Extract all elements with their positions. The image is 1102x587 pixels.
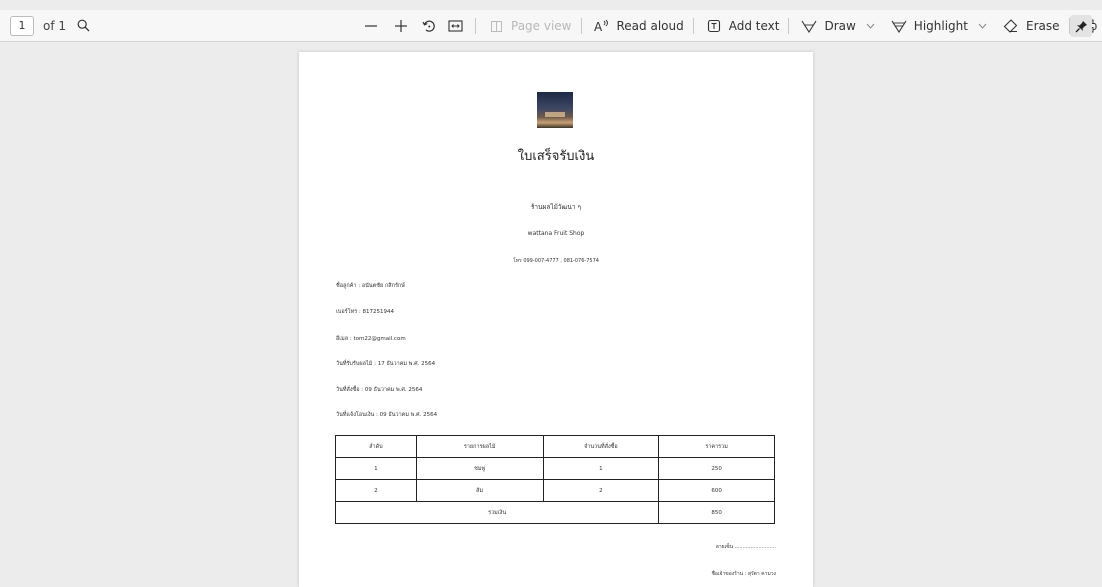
table-header-cell: ลำดับ xyxy=(335,435,417,458)
toolbar-divider xyxy=(580,18,582,34)
highlight-button[interactable]: Highlight xyxy=(888,15,990,37)
table-row: 2 ส้ม 2 600 xyxy=(335,479,775,502)
table-cell: 1 xyxy=(542,457,660,480)
table-cell: 250 xyxy=(658,457,775,480)
page-view-button[interactable]: Page view xyxy=(485,15,572,37)
items-table: ลำดับ รายการผลไม้ จำนวนที่สั่งซื้อ ราคาร… xyxy=(334,435,775,524)
toolbar-center: Page view A Read aloud Add text Draw Hig… xyxy=(360,10,1102,42)
pin-icon xyxy=(1075,20,1087,32)
read-aloud-label: Read aloud xyxy=(616,19,684,33)
zoom-in-icon[interactable] xyxy=(390,15,412,37)
receipt-title: ใบเสร็จรับเงิน xyxy=(517,149,595,164)
svg-text:A: A xyxy=(594,20,603,33)
table-header-cell: รายการผลไม้ xyxy=(415,435,544,458)
table-cell: 1 xyxy=(335,457,417,480)
order-date: วันที่สั่งซื้อ : 09 ธันวาคม พ.ศ. 2564 xyxy=(336,387,423,393)
page-number-input[interactable] xyxy=(10,15,34,36)
table-header-row: ลำดับ รายการผลไม้ จำนวนที่สั่งซื้อ ราคาร… xyxy=(335,435,775,458)
pin-toolbar-button[interactable] xyxy=(1070,15,1092,37)
page-count-label: of 1 xyxy=(43,18,67,33)
zoom-out-icon[interactable] xyxy=(360,15,382,37)
table-cell: 2 xyxy=(335,479,417,502)
shop-name-thai: ร้านผลไม้วัฒนา ๆ xyxy=(530,203,582,211)
customer-name: ชื่อลูกค้า : อนันตชัย กสิกรักษ์ xyxy=(336,283,405,289)
signature-line: ลายเซ็น .......................... xyxy=(715,544,776,550)
customer-phone: เบอร์โทร : 817251944 xyxy=(336,309,395,315)
table-cell: ส้ม xyxy=(415,479,544,502)
table-cell: 2 xyxy=(542,479,660,502)
total-value-cell: 850 xyxy=(658,501,775,524)
chevron-down-icon[interactable] xyxy=(864,19,878,33)
shop-name-english: wattana Fruit Shop xyxy=(527,230,585,237)
payment-date: วันที่แจ้งโอนเงิน : 09 ธันวาคม พ.ศ. 2564 xyxy=(336,412,438,418)
draw-label: Draw xyxy=(824,19,856,33)
chevron-down-icon[interactable] xyxy=(976,19,990,33)
rotate-icon[interactable] xyxy=(418,15,440,37)
draw-icon xyxy=(798,15,820,37)
table-header-cell: ราคารวม xyxy=(658,435,775,458)
highlight-icon xyxy=(888,15,910,37)
erase-button[interactable]: Erase xyxy=(1000,15,1060,37)
highlight-label: Highlight xyxy=(913,19,968,33)
toolbar-divider xyxy=(788,18,790,34)
total-label-cell: รวมเงิน xyxy=(334,501,660,524)
page-view-label: Page view xyxy=(511,19,572,33)
toolbar-divider xyxy=(692,18,694,34)
shop-owner-name: ชื่อเจ้าของร้าน : สุรัตา คามวง xyxy=(711,571,776,577)
read-aloud-button[interactable]: A Read aloud xyxy=(591,15,684,37)
customer-email: อีเมล : tom22@gmail.com xyxy=(336,336,406,342)
eraser-icon xyxy=(1000,15,1022,37)
pdf-toolbar: of 1 Page view xyxy=(0,10,1102,42)
page-view-icon xyxy=(485,15,507,37)
receive-date: วันที่รับรับผลไม้ : 17 ธันวาคม พ.ศ. 2564 xyxy=(336,361,436,367)
shop-phone: โทร 099-007-4777 , 081-076-7574 xyxy=(513,258,599,264)
table-cell: ชมพู่ xyxy=(415,457,544,480)
fit-page-icon[interactable] xyxy=(444,15,466,37)
pdf-page: ใบเสร็จรับเงิน ร้านผลไม้วัฒนา ๆ wattana … xyxy=(299,52,813,587)
shop-logo-image xyxy=(537,92,573,128)
search-icon[interactable] xyxy=(72,15,94,37)
table-cell: 600 xyxy=(658,479,775,502)
add-text-icon xyxy=(703,15,725,37)
table-header-cell: จำนวนที่สั่งซื้อ xyxy=(542,435,660,458)
table-row: 1 ชมพู่ 1 250 xyxy=(335,457,775,480)
erase-label: Erase xyxy=(1025,19,1060,33)
add-text-button[interactable]: Add text xyxy=(703,15,780,37)
draw-button[interactable]: Draw xyxy=(798,15,877,37)
add-text-label: Add text xyxy=(728,19,780,33)
read-aloud-icon: A xyxy=(591,15,613,37)
table-total-row: รวมเงิน 850 xyxy=(334,501,775,524)
toolbar-divider xyxy=(475,18,476,34)
